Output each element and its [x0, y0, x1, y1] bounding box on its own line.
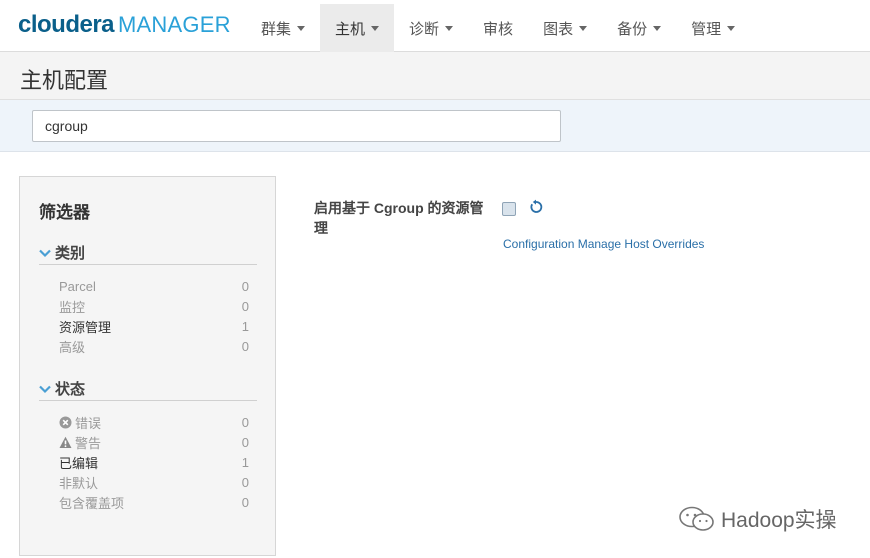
nav-diagnostics-label: 诊断 [409, 20, 440, 38]
filter-item-edited[interactable]: 已编辑 1 [59, 452, 249, 472]
reset-to-default-icon[interactable] [528, 199, 544, 215]
filter-item-name-wrap: 警告 [59, 433, 101, 452]
filter-item-count: 0 [241, 278, 249, 294]
filter-item-count: 1 [241, 454, 249, 470]
nav-diagnostics[interactable]: 诊断 [394, 4, 468, 52]
filter-section-category-label: 类别 [55, 245, 86, 262]
nav-clusters[interactable]: 群集 [246, 4, 320, 52]
filter-item-error[interactable]: 错误 0 [59, 412, 249, 432]
page-header: 主机配置 [0, 52, 870, 100]
nav-backup[interactable]: 备份 [602, 4, 676, 52]
filter-item-count: 0 [241, 298, 249, 314]
nav-backup-label: 备份 [617, 20, 648, 38]
logo-cloudera-text: cloudera [18, 11, 115, 38]
caret-down-icon [297, 25, 306, 31]
caret-down-icon [371, 25, 380, 31]
nav-administration-label: 管理 [691, 20, 722, 38]
filter-item-name: 警告 [75, 435, 102, 451]
nav-hosts[interactable]: 主机 [320, 4, 395, 52]
cloudera-manager-logo[interactable]: cloudera MANAGER [18, 11, 231, 41]
caret-down-icon [579, 25, 588, 31]
page-title: 主机配置 [20, 68, 109, 93]
caret-down-icon [653, 25, 662, 31]
nav-charts[interactable]: 图表 [528, 4, 602, 52]
filter-item-name: 已编辑 [59, 455, 99, 471]
filter-section-status-label: 状态 [55, 381, 86, 398]
filter-title: 筛选器 [39, 203, 90, 222]
filter-item-count: 0 [241, 434, 249, 450]
filter-item-name: 包含覆盖项 [59, 495, 125, 511]
error-circle-icon [59, 416, 72, 428]
filter-item-name: 高级 [59, 339, 86, 355]
caret-down-icon [445, 25, 454, 31]
filter-item-parcel[interactable]: Parcel 0 [59, 276, 249, 296]
filter-item-name: Parcel [59, 278, 96, 294]
chevron-down-icon [39, 385, 51, 393]
filter-item-resource-management[interactable]: 资源管理 1 [59, 316, 249, 336]
nav-audits-label: 审核 [483, 20, 514, 38]
filter-section-category[interactable]: 类别 [39, 241, 257, 265]
logo-manager-text: MANAGER [118, 12, 231, 37]
warning-triangle-icon [59, 436, 72, 448]
filter-item-advanced[interactable]: 高级 0 [59, 336, 249, 356]
caret-down-icon [727, 25, 736, 31]
filter-item-has-overrides[interactable]: 包含覆盖项 0 [59, 492, 249, 512]
filter-item-name: 监控 [59, 299, 86, 315]
filter-item-count: 0 [241, 414, 249, 430]
filter-item-count: 0 [241, 494, 249, 510]
nav-clusters-label: 群集 [261, 20, 292, 38]
filter-item-name: 资源管理 [59, 319, 112, 335]
config-enable-cgroup-checkbox[interactable] [502, 202, 516, 216]
nav-audits[interactable]: 审核 [468, 4, 528, 52]
manage-host-overrides-link[interactable]: Configuration Manage Host Overrides [503, 237, 704, 251]
chevron-down-icon [39, 249, 51, 257]
nav-hosts-label: 主机 [335, 20, 366, 38]
watermark-text: Hadoop实操 [721, 509, 837, 532]
config-search-input[interactable] [32, 110, 561, 142]
filter-item-name-wrap: 错误 [59, 413, 101, 432]
filter-item-count: 1 [241, 318, 249, 334]
filter-item-name: 非默认 [59, 475, 99, 491]
filter-item-count: 0 [241, 474, 249, 490]
filter-item-name: 错误 [75, 415, 102, 431]
search-bar [0, 100, 870, 152]
top-navbar: cloudera MANAGER 群集 主机 诊断 审核 图表 备份 管理 [0, 0, 870, 52]
nav-charts-label: 图表 [543, 20, 574, 38]
watermark: Hadoop实操 [677, 503, 837, 535]
config-property-label: 启用基于 Cgroup 的资源管理 [314, 200, 484, 236]
filter-section-status[interactable]: 状态 [39, 377, 257, 401]
wechat-icon [679, 506, 714, 531]
nav-administration[interactable]: 管理 [676, 4, 750, 52]
main-nav: 群集 主机 诊断 审核 图表 备份 管理 [246, 4, 750, 52]
filter-item-non-default[interactable]: 非默认 0 [59, 472, 249, 492]
filter-item-monitoring[interactable]: 监控 0 [59, 296, 249, 316]
filter-panel: 筛选器 类别 Parcel 0 监控 0 资源管理 1 高级 0 状态 错误 0… [19, 176, 276, 556]
filter-item-count: 0 [241, 338, 249, 354]
filter-item-warning[interactable]: 警告 0 [59, 432, 249, 452]
